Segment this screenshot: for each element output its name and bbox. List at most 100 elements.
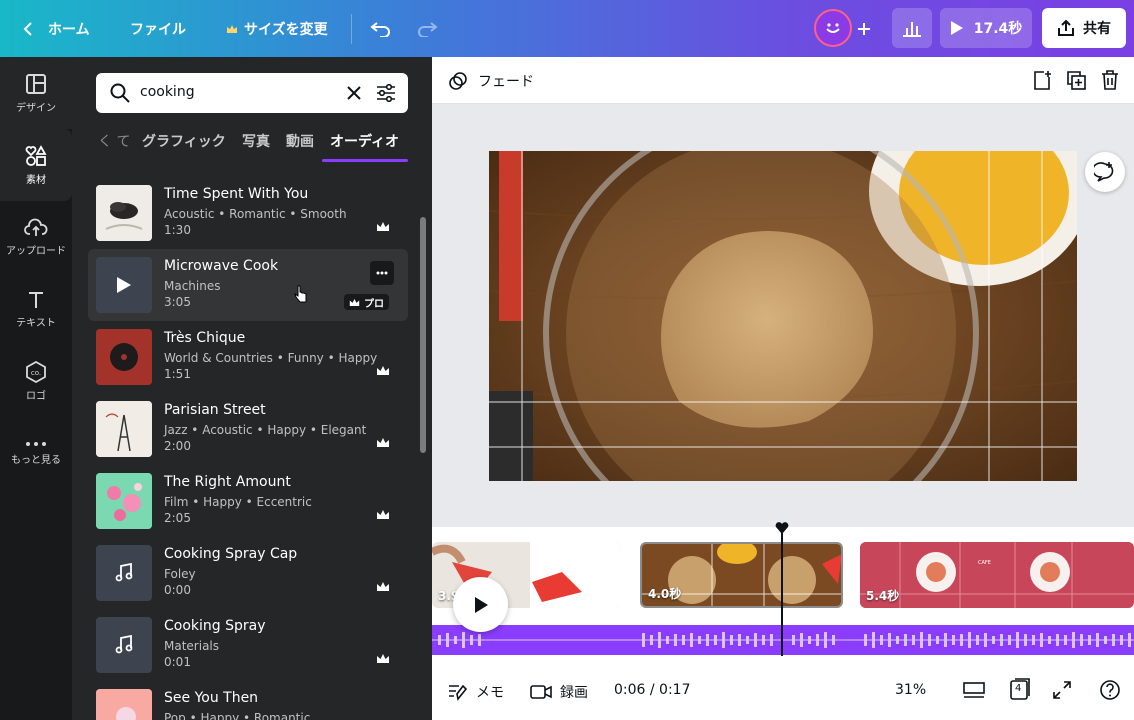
- rail-item-logos[interactable]: co. ロゴ: [0, 345, 72, 417]
- more-icon: [376, 271, 388, 275]
- play-icon: [117, 277, 131, 293]
- track-title: Cooking Spray: [164, 618, 266, 634]
- list-item[interactable]: Parisian Street Jazz • Acoustic • Happy …: [88, 393, 408, 465]
- home-label: ホーム: [48, 21, 90, 38]
- pages-button[interactable]: 4: [1010, 678, 1030, 700]
- comment-icon: [1094, 162, 1114, 182]
- rail-item-more[interactable]: もっと見る: [0, 417, 72, 489]
- more-options-button[interactable]: [370, 261, 394, 285]
- timeline-clip[interactable]: CAFE 5.4秒: [860, 542, 1134, 608]
- rail-label: アップロード: [6, 245, 66, 257]
- trash-icon[interactable]: [1101, 70, 1119, 90]
- smile-icon: [826, 23, 840, 33]
- list-item[interactable]: Cooking Spray Materials 0:01: [88, 609, 408, 681]
- record-button[interactable]: 録画: [530, 682, 588, 702]
- undo-button[interactable]: [370, 0, 392, 57]
- chevron-left-icon: [23, 21, 32, 36]
- grid-view-icon[interactable]: [963, 682, 985, 700]
- list-item[interactable]: Microwave Cook Machines 3:05 プロ: [88, 249, 408, 321]
- share-button[interactable]: 共有: [1042, 8, 1126, 48]
- resize-button[interactable]: サイズを変更: [226, 0, 328, 57]
- rail-label: デザイン: [16, 102, 56, 114]
- track-title: See You Then: [164, 690, 259, 706]
- track-tags: World & Countries • Funny • Happy: [164, 351, 378, 365]
- more-icon: [26, 441, 46, 446]
- album-art: [96, 185, 152, 241]
- time-readout: 0:06 / 0:17: [614, 682, 691, 698]
- add-comment-button[interactable]: [1085, 152, 1125, 192]
- active-tab-indicator: [322, 159, 408, 162]
- insights-button[interactable]: [892, 8, 932, 48]
- file-menu[interactable]: ファイル: [130, 0, 186, 57]
- share-icon: [1058, 19, 1074, 36]
- category-tabs: く て グラフィック 写真 動画 オーディオ: [96, 129, 408, 162]
- audio-track[interactable]: [432, 625, 1134, 655]
- home-button[interactable]: ホーム: [22, 0, 90, 57]
- music-note-icon: [115, 635, 133, 654]
- text-icon: [29, 291, 43, 308]
- rail-label: もっと見る: [11, 454, 61, 466]
- album-art: [96, 689, 152, 720]
- tab-videos[interactable]: 動画: [286, 131, 314, 151]
- record-label: 録画: [560, 685, 588, 701]
- timeline-play-button[interactable]: [453, 577, 508, 632]
- waveform: [432, 632, 1134, 648]
- tab-audio[interactable]: オーディオ: [330, 131, 399, 151]
- logo-icon: co.: [26, 360, 46, 383]
- notes-button[interactable]: メモ: [448, 682, 504, 702]
- music-note-icon: [115, 563, 133, 582]
- tab-photos[interactable]: 写真: [242, 131, 270, 151]
- track-tags: Acoustic • Romantic • Smooth: [164, 207, 347, 221]
- clear-icon[interactable]: [347, 86, 361, 100]
- list-item[interactable]: Très Chique World & Countries • Funny • …: [88, 321, 408, 393]
- bar-chart-icon: [903, 22, 921, 37]
- help-icon[interactable]: [1100, 680, 1120, 700]
- rail-item-elements[interactable]: 素材: [0, 129, 72, 201]
- fullscreen-icon[interactable]: [1053, 681, 1071, 699]
- track-tags: Machines: [164, 279, 221, 293]
- redo-button[interactable]: [416, 0, 438, 57]
- share-label: 共有: [1083, 21, 1111, 37]
- duplicate-icon[interactable]: [1066, 70, 1086, 90]
- rail-label: テキスト: [16, 317, 56, 329]
- add-collaborator-button[interactable]: [856, 0, 872, 57]
- playhead[interactable]: [781, 527, 783, 656]
- canvas-video-frame: [489, 151, 1077, 481]
- crown-icon: [227, 24, 237, 33]
- elements-panel: cooking く て グラフィック 写真 動画 オーディオ Time Spen…: [72, 57, 432, 720]
- rail-item-design[interactable]: デザイン: [0, 57, 72, 129]
- svg-text:co.: co.: [31, 369, 41, 377]
- layout-icon: [26, 73, 46, 94]
- video-camera-icon: [530, 685, 552, 699]
- list-item[interactable]: See You Then Pop • Happy • Romantic: [88, 681, 408, 720]
- list-item[interactable]: Time Spent With You Acoustic • Romantic …: [88, 177, 408, 249]
- user-avatar[interactable]: [814, 9, 852, 47]
- track-title: Microwave Cook: [164, 258, 279, 274]
- track-duration: 2:00: [164, 439, 191, 453]
- play-preview-button[interactable]: [96, 257, 152, 313]
- list-item[interactable]: Cooking Spray Cap Foley 0:00: [88, 537, 408, 609]
- rail-item-text[interactable]: テキスト: [0, 273, 72, 345]
- list-item[interactable]: The Right Amount Film • Happy • Eccentri…: [88, 465, 408, 537]
- timeline-clip-selected[interactable]: 4.0秒: [640, 542, 843, 608]
- track-duration: 1:30: [164, 223, 191, 237]
- shapes-icon: [25, 144, 47, 166]
- rail-item-uploads[interactable]: アップロード: [0, 201, 72, 273]
- search-input[interactable]: cooking: [140, 84, 195, 100]
- add-page-icon[interactable]: [1032, 70, 1052, 90]
- transition-button[interactable]: フェード: [448, 71, 534, 91]
- page-count: 4: [1015, 683, 1022, 694]
- play-presentation-button[interactable]: 17.4秒: [940, 8, 1032, 48]
- context-toolbar: フェード: [432, 57, 1134, 104]
- zoom-level[interactable]: 31%: [895, 682, 926, 698]
- cloud-upload-icon: [24, 218, 48, 236]
- design-canvas[interactable]: [489, 151, 1077, 481]
- crown-icon: [377, 582, 389, 591]
- clip-duration: 4.0秒: [648, 587, 682, 601]
- tab-graphics[interactable]: グラフィック: [142, 131, 226, 151]
- panel-scrollbar[interactable]: [420, 217, 426, 453]
- filter-icon[interactable]: [376, 83, 396, 103]
- crown-icon: [377, 438, 389, 447]
- search-box[interactable]: cooking: [96, 73, 408, 113]
- tabs-scroll-prev[interactable]: く て: [98, 131, 130, 151]
